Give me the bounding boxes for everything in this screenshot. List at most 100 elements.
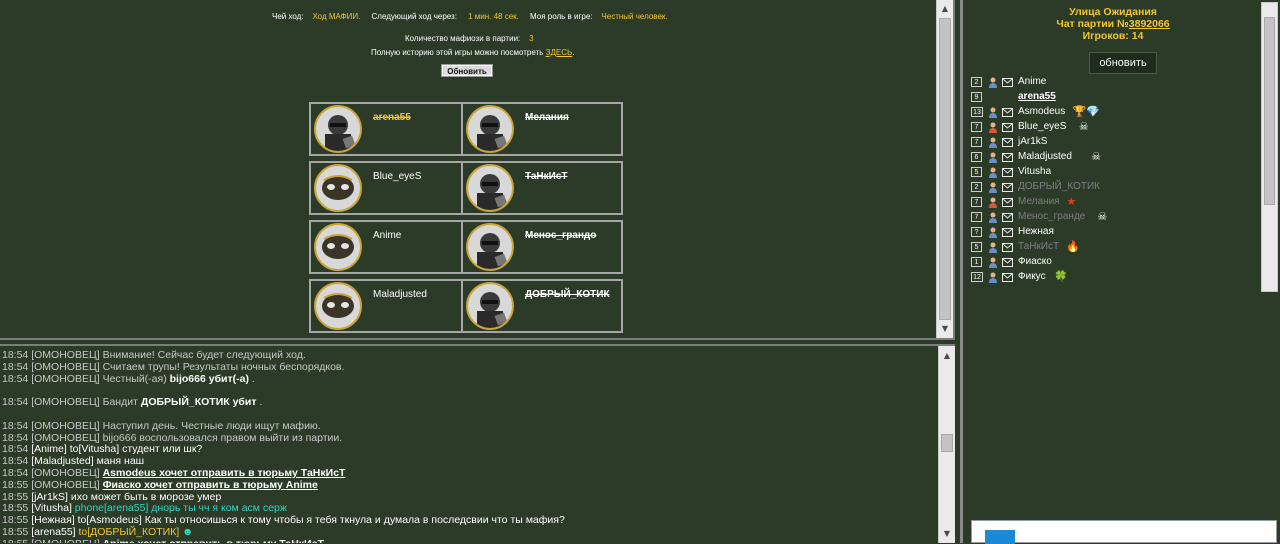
chat-vote-link[interactable]: Asmodeus хочет отправить в тюрьму ТаНкИс… — [103, 467, 346, 479]
message-icon[interactable] — [1002, 183, 1013, 192]
user-icon[interactable] — [988, 152, 998, 163]
player-rating-badge: ? — [971, 227, 982, 237]
user-icon[interactable] — [988, 212, 998, 223]
message-icon[interactable] — [1002, 198, 1013, 207]
player-name: Maladjusted — [373, 289, 427, 300]
sidebar-refresh-button[interactable]: обновить — [1089, 52, 1157, 74]
scroll-up-icon[interactable]: ▲ — [939, 349, 955, 363]
sidebar-player-row[interactable]: ? Нежная — [971, 225, 1271, 240]
refresh-button[interactable]: Обновить — [441, 64, 493, 77]
player-avatar — [466, 223, 514, 271]
sidebar-player-row[interactable]: 13 Asmodeus 🏆💎 — [971, 105, 1271, 120]
chat-private-message: to[ДОБРЫЙ_КОТИК] — [78, 525, 180, 538]
sidebar-player-name[interactable]: Vitusha — [1018, 166, 1051, 177]
sidebar-player-name[interactable]: jAr1kS — [1018, 136, 1047, 147]
user-icon[interactable] — [988, 182, 998, 193]
sidebar-player-name[interactable]: Мелания — [1018, 196, 1060, 207]
sidebar-player-row[interactable]: 2 ДОБРЫЙ_КОТИК — [971, 180, 1271, 195]
chat-vote-link[interactable]: Фиаско хочет отправить в тюрьму Anime — [103, 479, 318, 491]
message-icon[interactable] — [1002, 258, 1013, 267]
message-icon[interactable] — [1002, 78, 1013, 87]
sidebar-player-name[interactable]: Нежная — [1018, 226, 1054, 237]
scroll-thumb[interactable] — [1264, 17, 1275, 205]
sidebar-player-row[interactable]: 7 Blue_eyeS ☠ — [971, 120, 1271, 135]
sidebar-scrollbar[interactable] — [1261, 2, 1278, 292]
scroll-thumb[interactable] — [939, 18, 951, 320]
player-card[interactable]: Blue_eyeS — [309, 161, 471, 215]
player-card[interactable]: Anime — [309, 220, 471, 274]
message-icon[interactable] — [1002, 213, 1013, 222]
player-card[interactable]: Maladjusted — [309, 279, 471, 333]
user-icon[interactable] — [988, 227, 998, 238]
sidebar-player-name[interactable]: arena55 — [1018, 91, 1056, 102]
sidebar-player-name[interactable]: Фиаско — [1018, 256, 1052, 267]
player-card[interactable]: Менос_грандо — [461, 220, 623, 274]
sidebar-player-row[interactable]: 5 Vitusha — [971, 165, 1271, 180]
scroll-down-icon[interactable]: ▼ — [939, 527, 955, 541]
turn-info: Чей ход: Ход МАФИИ. Следующий ход через:… — [272, 12, 668, 21]
message-icon[interactable] — [1002, 228, 1013, 237]
chat-scrollbar[interactable]: ▲ ▼ — [938, 346, 955, 543]
user-icon[interactable] — [988, 137, 998, 148]
message-icon[interactable] — [1002, 153, 1013, 162]
chat-author: [ОМОНОВЕЦ] — [31, 349, 100, 361]
player-card[interactable]: ТаНкИсТ — [461, 161, 623, 215]
chat-time: 18:54 — [2, 455, 29, 468]
user-icon[interactable] — [988, 122, 998, 133]
sidebar-player-name[interactable]: ТаНкИсТ — [1018, 241, 1059, 252]
player-card[interactable]: arena55 — [309, 102, 471, 156]
player-card[interactable]: Мелания — [461, 102, 623, 156]
sidebar-player-row[interactable]: 9 arena55 — [971, 90, 1271, 105]
player-name: Мелания — [525, 112, 569, 123]
sidebar-player-row[interactable]: 7 Мелания ★ — [971, 195, 1271, 210]
history-link[interactable]: ЗДЕСЬ — [546, 48, 573, 57]
player-name: Менос_грандо — [525, 230, 597, 241]
user-icon[interactable] — [988, 257, 998, 268]
chat-tail: . — [259, 396, 263, 409]
sidebar-player-row[interactable]: 2 Anime — [971, 75, 1271, 90]
player-rating-badge: 6 — [971, 152, 982, 162]
sidebar-player-row[interactable]: 7 Менос_гранде ☠ — [971, 210, 1271, 225]
achievement-icon: 🏆💎 — [1072, 105, 1100, 118]
sidebar-player-name[interactable]: Blue_eyeS — [1018, 121, 1066, 132]
sidebar-player-name[interactable]: Anime — [1018, 76, 1046, 87]
user-icon[interactable] — [988, 77, 998, 88]
game-scrollbar[interactable]: ▲ ▼ — [936, 0, 953, 338]
message-icon[interactable] — [1002, 123, 1013, 132]
chat-vote-link[interactable]: Anime хочет отправить в тюрьму ТаНкИсТ — [103, 538, 324, 543]
sidebar-player-name[interactable]: Фикус — [1018, 271, 1046, 282]
scroll-thumb[interactable] — [941, 434, 953, 452]
user-icon[interactable] — [988, 167, 998, 178]
sidebar-player-name[interactable]: Asmodeus — [1018, 106, 1065, 117]
message-icon[interactable] — [1002, 243, 1013, 252]
sidebar-player-row[interactable]: 6 Maladjusted ☠ — [971, 150, 1271, 165]
chat-text: Честный(-ая) — [102, 372, 167, 385]
chat-author: [ОМОНОВЕЦ] — [31, 538, 99, 543]
player-card[interactable]: ДОБРЫЙ_КОТИК — [461, 279, 623, 333]
message-icon[interactable] — [1002, 273, 1013, 282]
chat-bold-text: ДОБРЫЙ_КОТИК убит — [140, 396, 257, 409]
chat-panel: 18:54 [ОМОНОВЕЦ] Внимание! Сейчас будет … — [0, 344, 955, 543]
player-rating-badge: 1 — [971, 257, 982, 267]
user-icon[interactable] — [988, 242, 998, 253]
sidebar-player-name[interactable]: Менос_гранде — [1018, 211, 1085, 222]
sidebar-player-row[interactable]: 12 Фикус 🍀 — [971, 270, 1271, 285]
player-avatar — [314, 105, 362, 153]
scroll-down-icon[interactable]: ▼ — [937, 322, 953, 336]
sidebar-player-row[interactable]: 1 Фиаско — [971, 255, 1271, 270]
user-icon[interactable] — [988, 107, 998, 118]
player-avatar — [314, 223, 362, 271]
message-icon[interactable] — [1002, 108, 1013, 117]
chat-number-link[interactable]: 3892066 — [1129, 18, 1170, 30]
message-icon[interactable] — [1002, 168, 1013, 177]
history-dot: . — [572, 48, 575, 57]
sidebar-player-name[interactable]: ДОБРЫЙ_КОТИК — [1018, 181, 1100, 192]
sidebar-player-row[interactable]: 5 ТаНкИсТ 🔥 — [971, 240, 1271, 255]
scroll-up-icon[interactable]: ▲ — [937, 2, 953, 16]
sidebar-player-row[interactable]: 7 jAr1kS — [971, 135, 1271, 150]
user-icon[interactable] — [988, 197, 998, 208]
chat-author: [ОМОНОВЕЦ] — [31, 372, 100, 385]
message-icon[interactable] — [1002, 138, 1013, 147]
sidebar-player-name[interactable]: Maladjusted — [1018, 151, 1072, 162]
user-icon[interactable] — [988, 272, 998, 283]
